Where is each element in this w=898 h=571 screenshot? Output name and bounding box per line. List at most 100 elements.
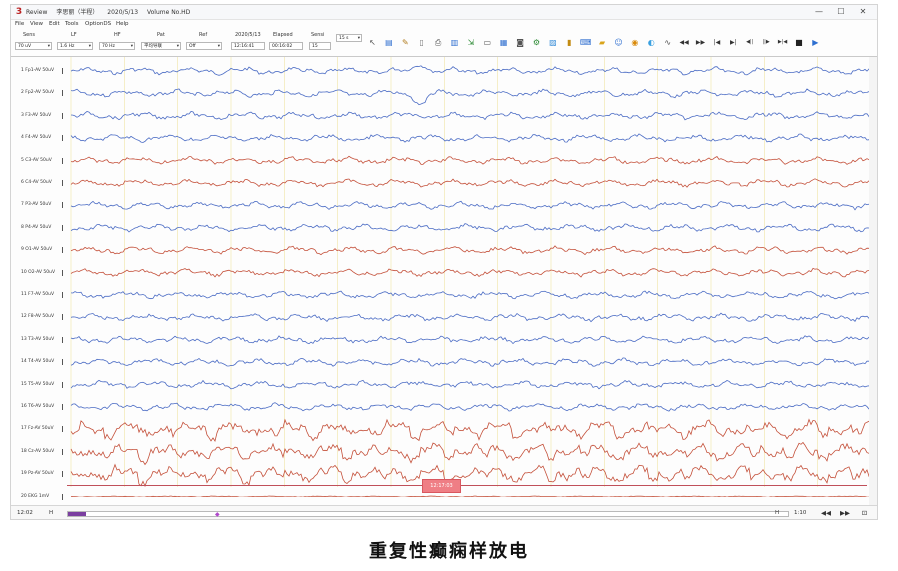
channel-label[interactable]: 6 C4-AV 50uV — [21, 180, 52, 185]
hf-select[interactable]: 70 Hz ▾ — [99, 42, 135, 50]
page-length-select[interactable]: 15 s ▾ — [336, 34, 362, 42]
frame-icon[interactable]: ▶|◀ — [777, 37, 788, 48]
event-marker[interactable]: 12:17:03 — [422, 479, 461, 493]
channel-scale-tick — [62, 247, 63, 254]
maximize-button[interactable]: ☐ — [830, 6, 852, 18]
image-icon[interactable]: ▦ — [498, 37, 509, 48]
channel-scale-tick — [62, 336, 63, 343]
menu-tools[interactable]: Tools — [65, 21, 79, 27]
wave-icon[interactable]: ∿ — [662, 37, 673, 48]
montage-select[interactable]: 平均导联 ▾ — [141, 42, 181, 50]
channel-label[interactable]: 2 Fp2-AV 50uV — [21, 90, 54, 95]
pointer-icon[interactable]: ↖ — [367, 37, 378, 48]
timeline-event-mark-icon[interactable]: ◆ — [215, 511, 220, 518]
speed-label: Sensi — [311, 32, 325, 38]
patient-name: 李思丽（半程） — [56, 9, 99, 16]
menu-view[interactable]: View — [30, 21, 43, 27]
channel-label[interactable]: 9 O1-AV 50uV — [21, 247, 52, 252]
channel-label[interactable]: 8 P4-AV 50uV — [21, 225, 51, 230]
card-icon[interactable]: ▮ — [564, 37, 575, 48]
export-icon[interactable]: ⇲ — [465, 37, 476, 48]
camera-icon[interactable]: ◙ — [515, 37, 526, 48]
hf-label: HF — [114, 32, 121, 38]
channel-label[interactable]: 14 T4-AV 50uV — [21, 359, 54, 364]
channel-label[interactable]: 18 Cz-AV 50uV — [21, 449, 54, 454]
timeline-thumb[interactable] — [68, 512, 86, 516]
menu-help[interactable]: Help — [116, 21, 129, 27]
skip-start-icon[interactable]: |◀ — [711, 37, 722, 48]
ref-select[interactable]: Off ▾ — [186, 42, 222, 50]
timeline-next-button[interactable]: H — [775, 510, 779, 516]
volume-label: Volume No.HD — [146, 9, 191, 16]
channel-label[interactable]: 3 F3-AV 50uV — [21, 113, 51, 118]
montage-icon[interactable]: ▤ — [383, 37, 394, 48]
channel-label[interactable]: 20 EKG 1mV — [21, 494, 49, 499]
chart-icon[interactable]: ▥ — [449, 37, 460, 48]
step-forward-icon[interactable]: ||▶ — [761, 37, 772, 48]
control-strip: Sens 70 uV ▾ LF 1.6 Hz ▾ HF 70 Hz ▾ Pat 平均导… — [11, 30, 877, 57]
pat-label: Pat — [157, 32, 165, 38]
close-button[interactable]: ✕ — [852, 6, 874, 18]
channel-label[interactable]: 12 F8-AV 50uV — [21, 314, 54, 319]
folder-icon[interactable]: ▰ — [597, 37, 608, 48]
eeg-trace — [70, 65, 871, 76]
channel-scale-tick — [62, 314, 63, 321]
document-icon[interactable]: ▯ — [416, 37, 427, 48]
channel-scale-tick — [62, 90, 63, 97]
channel-scale-tick — [62, 180, 63, 186]
channel-label[interactable]: 15 T5-AV 50uV — [21, 382, 54, 387]
filter-icon[interactable]: ◉ — [629, 37, 640, 48]
channel-label[interactable]: 11 F7-AV 50uV — [21, 292, 54, 297]
edit-icon[interactable]: ✎ — [400, 37, 411, 48]
timeline-bar: 12:02 H ◆ H 1:10 ◀◀ ▶▶ ⊡ — [11, 505, 877, 519]
eeg-trace — [70, 245, 871, 256]
person-icon[interactable]: ☺ — [613, 37, 624, 48]
channel-label[interactable]: 16 T6-AV 50uV — [21, 404, 54, 409]
channel-label[interactable]: 13 T3-AV 50uV — [21, 337, 54, 342]
fit-icon[interactable]: ⊡ — [860, 509, 869, 518]
channel-scale-tick — [62, 68, 63, 74]
settings-icon[interactable]: ⚙ — [531, 37, 542, 48]
channel-scale-tick — [62, 292, 63, 298]
event-marker-line — [67, 485, 867, 486]
eeg-trace — [70, 335, 871, 345]
menu-file[interactable]: File — [15, 21, 24, 27]
menu-edit[interactable]: Edit — [49, 21, 60, 27]
channel-label[interactable]: 19 Pz-AV 50uV — [21, 471, 54, 476]
zoom-in-icon[interactable]: ▶▶ — [840, 509, 850, 518]
zoom-out-icon[interactable]: ◀◀ — [821, 509, 831, 518]
keyboard-icon[interactable]: ⌨ — [580, 37, 592, 48]
channel-label[interactable]: 4 F4-AV 50uV — [21, 135, 51, 140]
speed-field[interactable]: 15 — [309, 42, 331, 50]
menu-options[interactable]: OptionDS — [85, 21, 111, 27]
play-icon[interactable]: ▶ — [810, 37, 821, 48]
timeline-scrollbar[interactable]: ◆ — [67, 511, 789, 518]
channel-label[interactable]: 10 O2-AV 50uV — [21, 270, 55, 275]
rewind-icon[interactable]: ◀◀ — [679, 37, 690, 48]
channel-label[interactable]: 1 Fp1-AV 50uV — [21, 68, 54, 73]
lf-select[interactable]: 1.6 Hz ▾ — [57, 42, 93, 50]
channel-scale-tick — [62, 224, 63, 231]
report-icon[interactable]: ▨ — [547, 37, 558, 48]
globe-icon[interactable]: ◐ — [646, 37, 657, 48]
channel-label[interactable]: 7 P3-AV 50uV — [21, 202, 51, 207]
print-icon[interactable]: ⎙ — [433, 37, 444, 48]
minimize-button[interactable]: — — [808, 6, 830, 18]
window-icon[interactable]: ▭ — [482, 37, 493, 48]
channel-label[interactable]: 17 Fz-AV 50uV — [21, 426, 54, 431]
fast-forward-icon[interactable]: ▶▶ — [695, 37, 706, 48]
channel-label[interactable]: 5 C3-AV 50uV — [21, 158, 52, 163]
channel-scale-tick — [62, 135, 63, 142]
timeline-end-time: 1:10 — [794, 510, 807, 516]
step-back-icon[interactable]: ◀|| — [744, 37, 755, 48]
timeline-prev-button[interactable]: H — [49, 510, 53, 516]
vertical-scrollbar[interactable] — [869, 57, 877, 505]
sens-select[interactable]: 70 uV ▾ — [15, 42, 52, 50]
channel-labels: 1 Fp1-AV 50uV 2 Fp2-AV 50uV 3 F3-AV 50uV 4 … — [11, 57, 67, 500]
elapsed-label: Elapsed — [273, 32, 293, 38]
clock-time: 12:16:41 — [231, 42, 265, 50]
skip-end-icon[interactable]: ▶| — [728, 37, 739, 48]
stop-icon[interactable]: ■ — [793, 37, 804, 48]
menu-bar: File View Edit Tools OptionDS Help — [11, 20, 877, 29]
eeg-traces[interactable] — [67, 57, 871, 497]
